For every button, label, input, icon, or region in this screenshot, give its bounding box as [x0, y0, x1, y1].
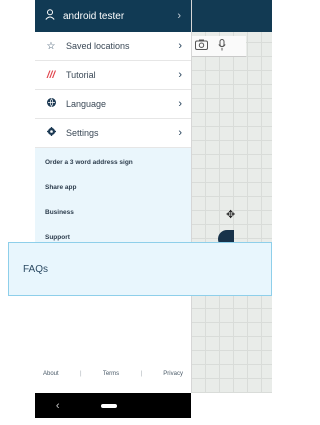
menu-item-label: Tutorial [66, 70, 96, 80]
menu-item-language[interactable]: Language › [35, 90, 191, 119]
chevron-right-icon: › [178, 40, 182, 52]
footer-privacy-link[interactable]: Privacy [163, 371, 183, 377]
bottom-strip [35, 418, 191, 425]
navigation-drawer: android tester › ☆ Saved locations › ///… [35, 0, 192, 393]
menu-item-tutorial[interactable]: /// Tutorial › [35, 61, 191, 90]
back-icon[interactable]: ‹ [56, 400, 60, 412]
camera-icon[interactable] [195, 39, 208, 53]
link-order-sign[interactable]: Order a 3 word address sign [35, 150, 191, 175]
user-icon [45, 7, 55, 25]
faqs-item[interactable]: FAQs [8, 242, 272, 296]
footer-separator: | [79, 371, 82, 377]
account-header[interactable]: android tester › [35, 0, 191, 32]
chevron-right-icon: › [178, 69, 182, 81]
map-search-tools [195, 36, 226, 56]
footer-terms-link[interactable]: Terms [103, 371, 119, 377]
menu-item-settings[interactable]: Settings › [35, 119, 191, 148]
menu-item-label: Saved locations [66, 41, 130, 51]
link-share-app[interactable]: Share app [35, 175, 191, 200]
link-business[interactable]: Business [35, 200, 191, 225]
menu-item-saved-locations[interactable]: ☆ Saved locations › [35, 32, 191, 61]
gear-icon [44, 127, 58, 139]
crosshair-icon: ✥ [226, 209, 236, 221]
system-navigation-bar: ‹ [35, 393, 191, 418]
chevron-right-icon: › [178, 127, 182, 139]
footer-about-link[interactable]: About [43, 371, 59, 377]
menu-item-label: Language [66, 99, 107, 109]
chevron-right-icon: › [178, 98, 182, 110]
star-icon: ☆ [46, 40, 56, 52]
slash-icon: /// [46, 69, 56, 81]
microphone-icon[interactable] [218, 38, 226, 54]
home-pill-icon[interactable] [101, 403, 118, 408]
map-topbar [191, 0, 272, 32]
chevron-right-icon: › [177, 10, 181, 22]
map-background [191, 0, 272, 393]
account-name: android tester [63, 10, 125, 22]
drawer-footer: About | Terms | Privacy [35, 371, 191, 377]
globe-icon [44, 98, 58, 110]
footer-separator: | [140, 371, 142, 377]
secondary-links: Order a 3 word address sign Share app Bu… [35, 148, 191, 245]
menu-item-label: Settings [66, 128, 99, 138]
faqs-label: FAQs [23, 263, 49, 275]
